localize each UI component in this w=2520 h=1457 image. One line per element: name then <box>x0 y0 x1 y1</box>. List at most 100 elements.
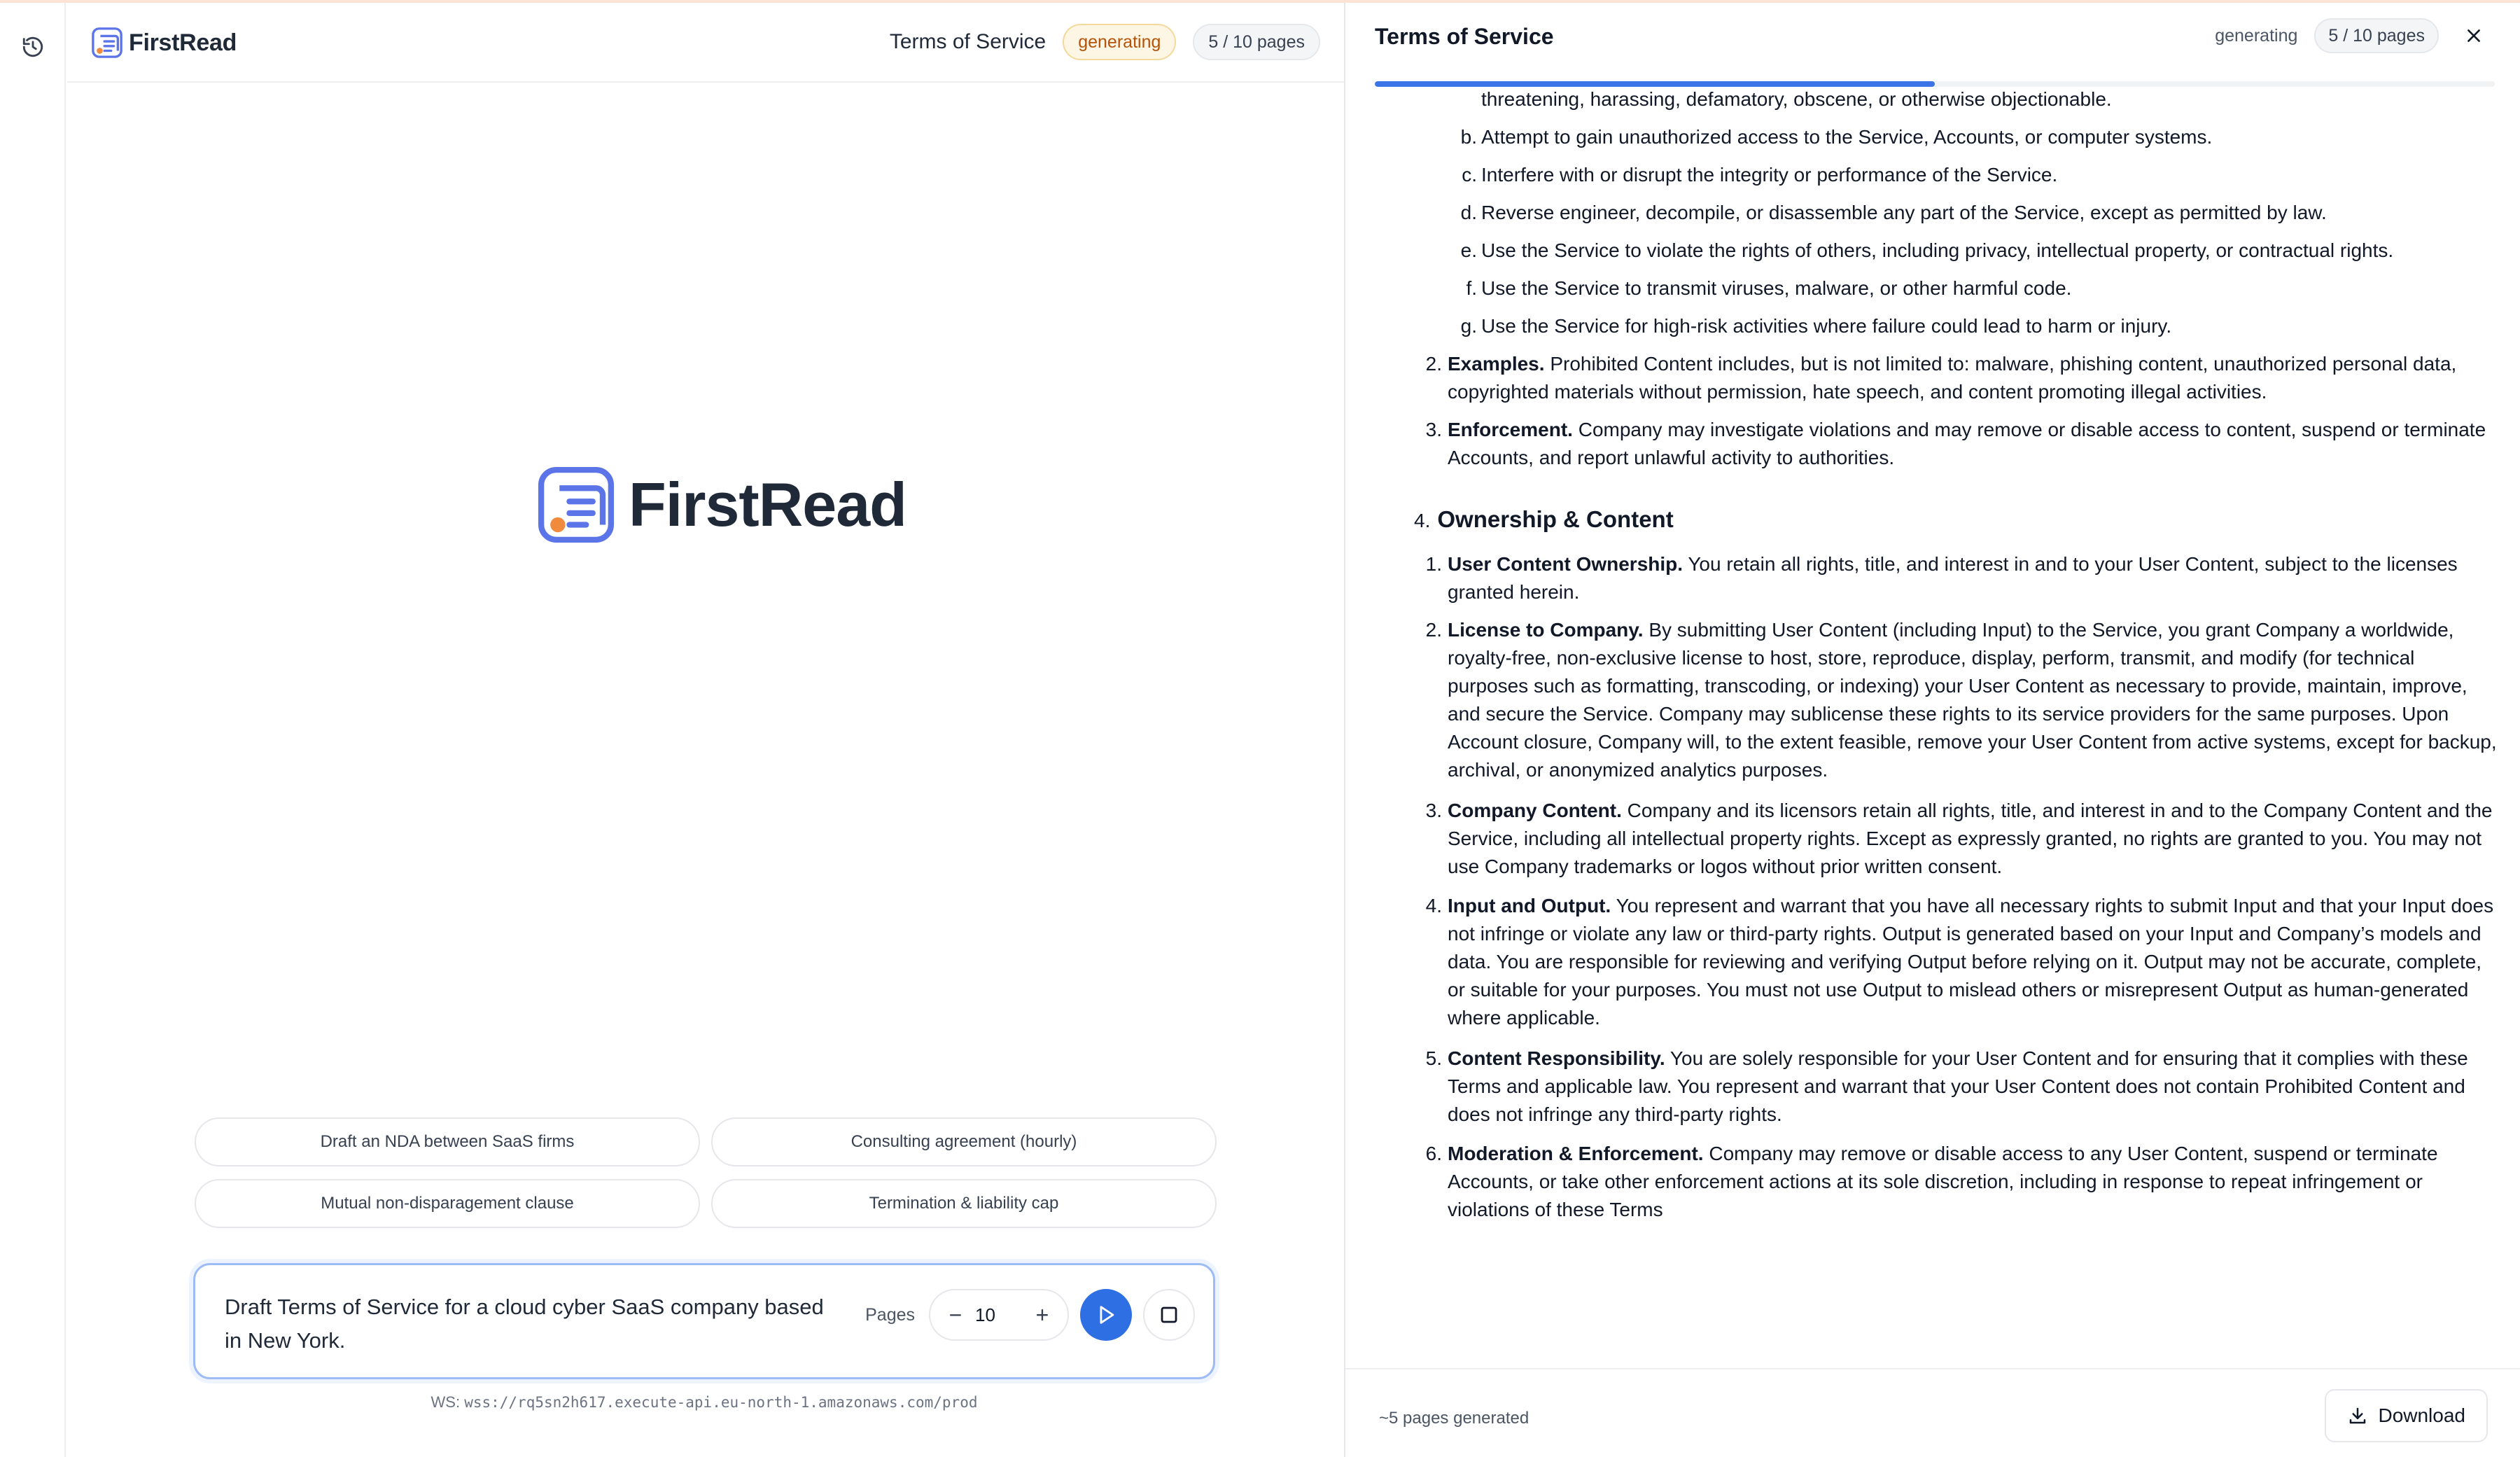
list-item-text: Use the Service to transmit viruses, mal… <box>1481 277 2072 299</box>
suggestion-chip[interactable]: Draft an NDA between SaaS firms <box>195 1117 700 1166</box>
brand-small[interactable]: FirstRead <box>91 27 237 59</box>
clause-marker: 3. <box>1425 800 1442 821</box>
clause-item: 6. Moderation & Enforcement. Company may… <box>1426 1140 2498 1224</box>
left-rail <box>0 3 66 1457</box>
list-item-text: Interfere with or disrupt the integrity … <box>1481 164 2058 186</box>
clause-title: Content Responsibility. <box>1448 1047 1665 1069</box>
clause-item: 4. Input and Output. You represent and w… <box>1426 892 2498 1032</box>
composer-controls: Pages − 10 + <box>865 1289 1195 1341</box>
list-marker: e. <box>1460 239 1477 261</box>
clause-marker: 3. <box>1425 419 1442 440</box>
clause-title: License to Company. <box>1448 619 1644 641</box>
clause-title: Moderation & Enforcement. <box>1448 1143 1704 1164</box>
list-item-text: threatening, harassing, defamatory, obsc… <box>1481 88 2112 110</box>
list-item: c. Interfere with or disrupt the integri… <box>1462 161 2496 189</box>
run-button[interactable] <box>1080 1289 1132 1341</box>
clause-item: 1. User Content Ownership. You retain al… <box>1426 550 2498 606</box>
prompt-composer: Draft Terms of Service for a cloud cyber… <box>193 1263 1215 1379</box>
clause-item: 3. Enforcement. Company may investigate … <box>1426 416 2498 472</box>
firstread-logo-icon <box>92 27 122 58</box>
pages-decrement-button[interactable]: − <box>943 1302 968 1327</box>
clause-title: Enforcement. <box>1448 419 1573 440</box>
download-button[interactable]: Download <box>2325 1389 2488 1442</box>
list-item-continued: threatening, harassing, defamatory, obsc… <box>1481 85 2496 113</box>
pages-stepper: − 10 + <box>929 1289 1069 1341</box>
pages-badge: 5 / 10 pages <box>1193 24 1320 60</box>
list-item: b. Attempt to gain unauthorized access t… <box>1461 123 2496 151</box>
clause-marker: 2. <box>1425 619 1442 641</box>
document-status: generating 5 / 10 pages <box>2215 18 2488 53</box>
document-title: Terms of Service <box>1375 24 1554 49</box>
list-marker: f. <box>1466 277 1477 299</box>
prompt-input[interactable]: Draft Terms of Service for a cloud cyber… <box>225 1290 841 1358</box>
list-item-text: Use the Service for high-risk activities… <box>1481 315 2172 337</box>
list-item-text: Attempt to gain unauthorized access to t… <box>1481 126 2213 148</box>
list-item-text: Use the Service to violate the rights of… <box>1481 239 2394 261</box>
suggestion-chip[interactable]: Mutual non-disparagement clause <box>195 1179 700 1228</box>
clause-title: Company Content. <box>1448 800 1622 821</box>
clause-marker: 4. <box>1425 895 1442 916</box>
history-icon <box>22 36 43 57</box>
clause-item: 3. Company Content. Company and its lice… <box>1426 797 2498 881</box>
suggestion-chip[interactable]: Consulting agreement (hourly) <box>711 1117 1217 1166</box>
document-header: Terms of Service generating 5 / 10 pages <box>1345 3 2520 70</box>
document-panel: Terms of Service generating 5 / 10 pages… <box>1344 3 2520 1457</box>
ws-url: wss://rq5sn2h617.execute-api.eu-north-1.… <box>464 1394 978 1411</box>
main-panel: FirstRead Terms of Service generating 5 … <box>67 3 1344 1457</box>
firstread-logo-icon <box>538 466 615 543</box>
history-button[interactable] <box>17 31 49 63</box>
clause-marker: 5. <box>1425 1047 1442 1069</box>
clause-marker: 6. <box>1425 1143 1442 1164</box>
section-marker: 4. <box>1414 510 1431 531</box>
clause-item: 5. Content Responsibility. You are solel… <box>1426 1045 2498 1129</box>
document-body[interactable]: threatening, harassing, defamatory, obsc… <box>1345 70 2520 1368</box>
main-header: FirstRead Terms of Service generating 5 … <box>67 3 1344 83</box>
list-marker: c. <box>1462 164 1477 186</box>
brand-hero: FirstRead <box>536 465 907 545</box>
download-icon <box>2350 1407 2366 1424</box>
document-status-text: generating <box>2215 25 2298 46</box>
brand-hero-name: FirstRead <box>629 470 907 539</box>
list-item: f. Use the Service to transmit viruses, … <box>1466 274 2496 302</box>
header-doc-title: Terms of Service <box>889 30 1046 53</box>
generation-progress-fill <box>1375 81 1935 87</box>
clause-title: Examples. <box>1448 353 1545 375</box>
pages-value-input[interactable]: 10 <box>968 1304 1030 1326</box>
list-marker: g. <box>1460 315 1477 337</box>
brand-name: FirstRead <box>129 29 237 56</box>
generation-progress-bar <box>1375 81 2495 87</box>
clause-item: 2. Examples. Prohibited Content includes… <box>1426 350 2498 406</box>
list-item: e. Use the Service to violate the rights… <box>1461 237 2496 265</box>
close-button[interactable] <box>2460 22 2488 50</box>
suggestion-chip[interactable]: Termination & liability cap <box>711 1179 1217 1228</box>
stop-button[interactable] <box>1143 1289 1195 1341</box>
suggestion-chips: Draft an NDA between SaaS firms Consulti… <box>195 1117 1217 1228</box>
list-marker: b. <box>1460 126 1477 148</box>
pages-generated-note: ~5 pages generated <box>1379 1409 1530 1428</box>
pages-increment-button[interactable]: + <box>1030 1302 1055 1327</box>
list-item: d. Reverse engineer, decompile, or disas… <box>1461 199 2496 227</box>
clause-item: 2. License to Company. By submitting Use… <box>1426 616 2498 784</box>
list-item-text: Reverse engineer, decompile, or disassem… <box>1481 202 2327 223</box>
clause-marker: 1. <box>1425 553 1442 575</box>
section-title: Ownership & Content <box>1437 506 1674 532</box>
stop-icon <box>1161 1306 1177 1323</box>
section-heading: 4. Ownership & Content <box>1414 506 1674 535</box>
list-item: g. Use the Service for high-risk activit… <box>1461 312 2496 340</box>
clause-title: User Content Ownership. <box>1448 553 1684 575</box>
pages-label: Pages <box>865 1304 915 1325</box>
clause-title: Input and Output. <box>1448 895 1611 916</box>
ws-label: WS: <box>430 1393 461 1411</box>
header-status: Terms of Service generating 5 / 10 pages <box>890 24 1320 60</box>
list-marker: d. <box>1460 202 1477 223</box>
download-label: Download <box>2378 1404 2465 1426</box>
document-footer: ~5 pages generated Download <box>1345 1368 2520 1457</box>
clause-text: By submitting User Content (including In… <box>1448 619 2497 781</box>
play-icon <box>1100 1306 1114 1324</box>
status-badge: generating <box>1063 24 1177 60</box>
websocket-info: WS: wss://rq5sn2h617.execute-api.eu-nort… <box>193 1393 1215 1411</box>
clause-marker: 2. <box>1425 353 1442 375</box>
clause-text: Prohibited Content includes, but is not … <box>1448 353 2457 403</box>
clause-text: Company may investigate violations and m… <box>1448 419 2486 468</box>
document-pages-badge: 5 / 10 pages <box>2314 18 2439 53</box>
